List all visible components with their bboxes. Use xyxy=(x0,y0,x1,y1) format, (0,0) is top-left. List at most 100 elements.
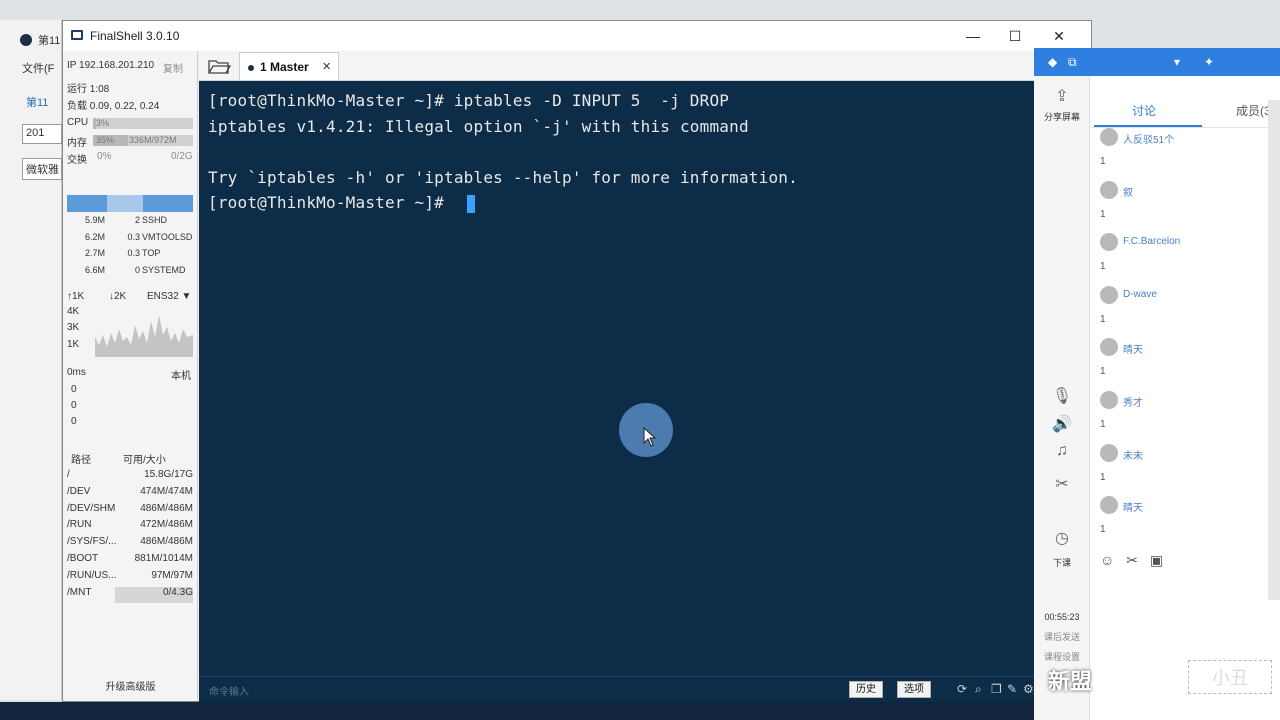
disk-row[interactable]: /RUN 472M/486M xyxy=(67,519,193,535)
scissors-icon[interactable]: ✂ xyxy=(1126,552,1138,568)
emoji-icon[interactable]: ☺ xyxy=(1100,552,1114,568)
disk-row[interactable]: /RUN/US... 97M/97M xyxy=(67,570,193,586)
mem-percent: 35% xyxy=(96,135,115,145)
background-item-2[interactable]: 201 xyxy=(22,124,62,144)
process-mem: 6.2M xyxy=(84,231,105,242)
sync-icon[interactable]: ⟳ xyxy=(957,682,967,696)
cpu-value: 3% xyxy=(96,118,110,128)
right-edge-scroll xyxy=(1268,100,1280,600)
message-content: 1 xyxy=(1100,366,1106,378)
cpu-bar: 3% xyxy=(93,118,193,129)
avatar[interactable] xyxy=(1100,233,1118,252)
message-author[interactable]: 人反驳51个 xyxy=(1123,131,1174,146)
copy-ip-button[interactable]: 复制 xyxy=(163,60,183,75)
mem-bar: 35% 336M/972M xyxy=(93,135,193,146)
microphone-icon[interactable]: 🎙 xyxy=(1034,386,1090,406)
search-icon[interactable]: ⌕ xyxy=(975,682,982,697)
message-author[interactable]: D-wave xyxy=(1123,289,1157,300)
upgrade-button[interactable]: 升级高级版 xyxy=(63,678,198,693)
raise-hand-icon[interactable]: ◷ xyxy=(1034,528,1090,548)
ping-value-3: 0 xyxy=(71,416,77,427)
watermark-logo: 小丑 xyxy=(1188,660,1272,694)
pin-icon[interactable]: ◆ xyxy=(1048,55,1057,69)
disk-row[interactable]: /DEV/SHM 486M/486M xyxy=(67,503,193,519)
process-row[interactable]: 5.9M 2 SSHD xyxy=(67,215,193,231)
avatar[interactable] xyxy=(1100,443,1118,462)
disk-row[interactable]: /BOOT 881M/1014M xyxy=(67,553,193,569)
image-icon[interactable]: ▣ xyxy=(1150,552,1163,568)
tab-discuss[interactable]: 讨论 xyxy=(1132,102,1156,119)
tools-icon[interactable]: ✂ xyxy=(1034,474,1090,494)
process-row[interactable]: 2.7M 0.3 TOP xyxy=(67,248,193,264)
folder-icon[interactable] xyxy=(207,57,231,75)
copy-icon[interactable]: ❐ xyxy=(991,682,1002,696)
chevron-down-icon[interactable]: ▾ xyxy=(1174,55,1180,69)
process-row[interactable]: 6.2M 0.3 VMTOOLSD xyxy=(67,232,193,248)
message-author[interactable]: F.C.Barcelon xyxy=(1123,236,1180,247)
disk-usage: 474M/474M xyxy=(140,485,193,497)
avatar[interactable] xyxy=(1100,496,1118,515)
avatar[interactable] xyxy=(1100,180,1118,199)
close-button[interactable]: ✕ xyxy=(1039,25,1079,47)
chat-message: 人反驳51个 1 xyxy=(1100,128,1275,180)
disk-header-size: 可用/大小 xyxy=(123,455,166,466)
settings-icon[interactable]: ⚙ xyxy=(1023,682,1034,696)
network-traffic-graph xyxy=(95,315,193,357)
raise-hand-label[interactable]: 下课 xyxy=(1034,556,1090,569)
process-cpu: 0.3 xyxy=(127,248,140,258)
avatar[interactable] xyxy=(1100,338,1118,357)
session-tab-bar: 1 Master ✕ xyxy=(199,51,1093,81)
share-screen-label[interactable]: 分享屏幕 xyxy=(1034,110,1090,123)
minimize-button[interactable]: — xyxy=(953,25,993,47)
background-item-1[interactable]: 第11 xyxy=(26,94,66,110)
popout-icon[interactable]: ⧉ xyxy=(1068,55,1077,70)
terminal[interactable]: [root@ThinkMo-Master ~]# iptables -D INP… xyxy=(199,81,1093,676)
settings-icon[interactable]: ✦ xyxy=(1204,55,1214,69)
process-table-header[interactable] xyxy=(67,195,193,212)
tab-close-icon[interactable]: ✕ xyxy=(322,60,331,73)
disk-row[interactable]: /SYS/FS/... 486M/486M xyxy=(67,536,193,552)
history-button[interactable]: 历史 xyxy=(849,681,883,698)
message-author[interactable]: 晴天 xyxy=(1123,341,1143,356)
window-title: FinalShell 3.0.10 xyxy=(90,29,180,43)
net-scale-2: 3K xyxy=(67,322,80,333)
terminal-line: [root@ThinkMo-Master ~]# iptables -D INP… xyxy=(208,91,730,110)
process-row[interactable]: 6.6M 0 SYSTEMD xyxy=(67,265,193,281)
net-interface-select[interactable]: ENS32 ▼ xyxy=(147,291,191,302)
command-input[interactable]: 命令输入 xyxy=(209,683,249,698)
message-author[interactable]: 叙 xyxy=(1123,184,1133,199)
command-bar: 命令输入 历史 选项 ⟳ ⌕ ❐ ✎ ⚙ ⤢ xyxy=(199,676,1093,702)
background-menu-file[interactable]: 文件(F xyxy=(22,60,62,76)
background-item-3[interactable]: 微软雅 xyxy=(22,158,62,180)
disk-path: /DEV xyxy=(67,485,91,497)
message-author[interactable]: 未未 xyxy=(1123,447,1143,462)
message-author[interactable]: 晴天 xyxy=(1123,499,1143,514)
terminal-app-icon xyxy=(71,30,83,40)
process-name: VMTOOLSD xyxy=(142,231,193,242)
message-content: 1 xyxy=(1100,313,1106,325)
avatar[interactable] xyxy=(1100,128,1118,146)
disk-row[interactable]: / 15.8G/17G xyxy=(67,469,193,485)
speaker-icon[interactable]: 🔊 xyxy=(1034,414,1090,434)
avatar[interactable] xyxy=(1100,285,1118,304)
tab-master[interactable]: 1 Master ✕ xyxy=(239,52,339,80)
message-author[interactable]: 秀才 xyxy=(1123,394,1143,409)
chat-message: 未未 1 xyxy=(1100,443,1275,496)
net-upload: ↑1K xyxy=(67,291,85,302)
disk-path: /MNT xyxy=(67,586,92,598)
share-screen-icon[interactable]: ⇪ xyxy=(1034,86,1090,106)
maximize-button[interactable]: ☐ xyxy=(995,25,1035,47)
disk-row[interactable]: /DEV 474M/474M xyxy=(67,486,193,502)
options-button[interactable]: 选项 xyxy=(897,681,931,698)
disk-path: /DEV/SHM xyxy=(67,502,116,514)
music-icon[interactable]: ♫ xyxy=(1034,442,1090,460)
message-content: 1 xyxy=(1100,524,1106,536)
message-content: 1 xyxy=(1100,208,1106,220)
edit-icon[interactable]: ✎ xyxy=(1007,682,1017,696)
net-scale-3: 1K xyxy=(67,339,80,350)
disk-row[interactable]: /MNT 0/4.3G xyxy=(67,586,193,603)
message-content: 1 xyxy=(1100,419,1106,430)
swap-label: 交换 xyxy=(67,155,87,166)
avatar[interactable] xyxy=(1100,391,1118,409)
process-mem: 5.9M xyxy=(84,215,105,225)
